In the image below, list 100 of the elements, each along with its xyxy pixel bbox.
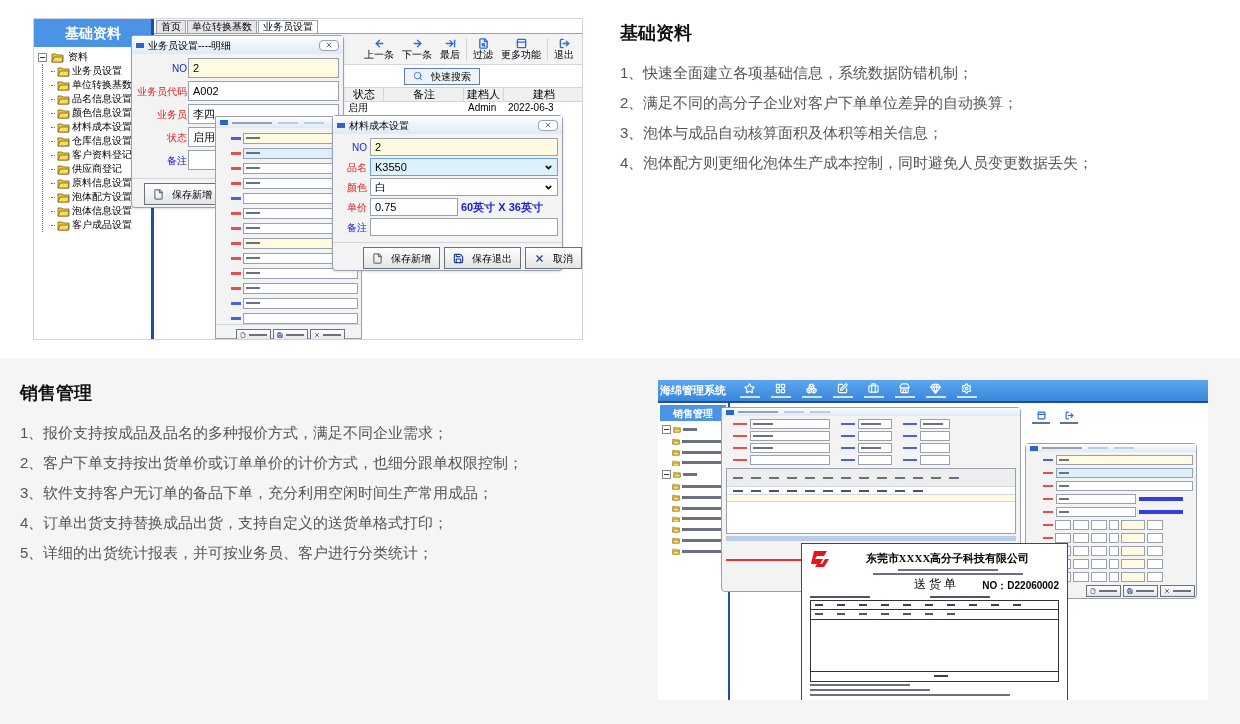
blurred-text-line (753, 435, 773, 437)
input-field (1073, 533, 1089, 543)
blurred-text-line (246, 152, 260, 154)
blurred-text-line (841, 423, 855, 425)
document-icon (372, 252, 383, 264)
field-label: 业务员 (156, 107, 187, 122)
quick-search-button[interactable]: 快速搜索 (404, 67, 480, 85)
tree-item[interactable]: 单位转换基数 (72, 78, 132, 92)
dialog-button[interactable]: 保存退出 (444, 247, 521, 269)
tree-item[interactable]: 仓库信息设置 (72, 134, 132, 148)
tree-item[interactable]: 供应商登记 (72, 162, 122, 176)
toolbar-button[interactable]: 更多功能 (499, 37, 543, 61)
input-field[interactable]: 2 (188, 58, 339, 78)
field-label: 业务员代码 (136, 84, 187, 99)
input-field (1073, 572, 1089, 582)
folder-icon (672, 526, 680, 534)
company-name: 东莞市XXXX高分子科技有限公司 (865, 551, 1030, 566)
blurred-text-line (246, 257, 260, 259)
blurred-text-line (682, 517, 722, 521)
tree-item[interactable]: 品名信息设置 (72, 92, 132, 106)
folder-icon (57, 191, 70, 203)
feature-point: 5、详细的出货统计报表，并可按业务员、客户进行分类统计； (20, 543, 435, 562)
input-field[interactable] (370, 218, 558, 236)
field-label: NO (171, 61, 187, 76)
section-title: 销售管理 (20, 382, 93, 405)
toolbar-button[interactable] (1060, 411, 1078, 424)
dialog-button[interactable] (1160, 585, 1195, 597)
folder-icon (672, 448, 680, 456)
blurred-text-line (930, 595, 990, 598)
tab[interactable]: 单位转换基数 (187, 20, 257, 33)
tree-item[interactable]: 颜色信息设置 (72, 106, 132, 120)
collapse-toggle-icon[interactable] (662, 470, 671, 480)
tree-item[interactable]: 客户成品设置 (72, 218, 132, 232)
dropdown-field[interactable]: K3550 (370, 158, 558, 176)
collapse-toggle-icon[interactable] (38, 52, 47, 62)
feature-point: 1、快速全面建立各项基础信息，系统数据防错机制； (620, 63, 975, 82)
tree-item[interactable]: 资料 (68, 50, 88, 64)
tree-item[interactable]: 泡体信息设置 (72, 204, 132, 218)
blurred-text-line (246, 287, 260, 289)
document-icon (153, 188, 164, 200)
toolbar-button[interactable] (1032, 411, 1050, 424)
dialog-button[interactable] (236, 329, 271, 339)
blurred-text-line (1042, 447, 1082, 449)
folder-icon (57, 107, 70, 119)
blurred-text-line (841, 435, 855, 437)
collapse-toggle-icon[interactable] (662, 425, 671, 434)
dialog-button[interactable] (1086, 585, 1121, 597)
toolbar-button[interactable]: 退出 (547, 37, 576, 61)
folder-icon (57, 149, 70, 161)
logo-icon (810, 550, 830, 568)
feature-point: 3、泡体与成品自动核算面积及体积等相关信息； (620, 123, 945, 142)
input-field (1091, 533, 1107, 543)
blurred-text-line (753, 447, 773, 449)
dialog-button[interactable] (310, 329, 345, 339)
tree-item[interactable]: 业务员设置 (72, 64, 122, 78)
input-field (920, 455, 950, 465)
window-icon (136, 42, 144, 48)
field-label: NO (351, 140, 367, 155)
window-icon (515, 37, 527, 49)
folder-icon (51, 51, 64, 63)
blurred-text-line (956, 396, 977, 398)
cancel-x-icon (314, 332, 320, 338)
dialog-button[interactable]: 保存新增 (363, 247, 440, 269)
input-field (1121, 533, 1145, 543)
dialog-button[interactable] (273, 329, 308, 339)
tree-item[interactable]: 客户资料登记 (72, 148, 132, 162)
left-arrow-icon (373, 37, 385, 49)
blurred-text-line (739, 396, 760, 398)
folder-icon (57, 79, 70, 91)
tree-item[interactable]: 材料成本设置 (72, 120, 132, 134)
toolbar-button[interactable]: 过滤 (466, 37, 495, 61)
dialog-button[interactable] (1123, 585, 1158, 597)
toolbar-button[interactable]: 下一条 (400, 37, 434, 61)
app-title: 海绵管理系统 (659, 383, 727, 399)
folder-icon (672, 504, 680, 512)
input-field (1121, 559, 1145, 569)
toolbar-button[interactable]: 最后 (438, 37, 462, 61)
input-field[interactable]: A002 (188, 81, 339, 101)
blurred-text-line (934, 675, 948, 677)
close-button[interactable] (538, 119, 558, 131)
tab[interactable]: 首页 (156, 20, 186, 33)
blurred-text-line (682, 528, 722, 532)
dialog-button[interactable]: 取消 (525, 247, 582, 269)
folder-icon (57, 121, 70, 133)
blurred-text-line (1032, 422, 1050, 424)
tree-item[interactable]: 原料信息设置 (72, 176, 132, 190)
tree-item[interactable]: 泡体配方设置 (72, 190, 132, 204)
close-button[interactable] (319, 39, 339, 51)
input-field (1055, 520, 1071, 530)
folder-icon (672, 459, 680, 467)
blurred-text-line (682, 461, 722, 465)
toolbar-button[interactable]: 上一条 (362, 37, 396, 61)
blurred-text-line (682, 495, 722, 499)
input-field[interactable]: 0.75 (370, 198, 458, 216)
input-field[interactable]: 2 (370, 138, 558, 156)
dropdown-field[interactable]: 白 (370, 178, 558, 196)
blurred-text-line (753, 423, 773, 425)
tab[interactable]: 业务员设置 (258, 20, 318, 33)
blurred-text-line (903, 435, 917, 437)
search-icon (413, 71, 423, 81)
